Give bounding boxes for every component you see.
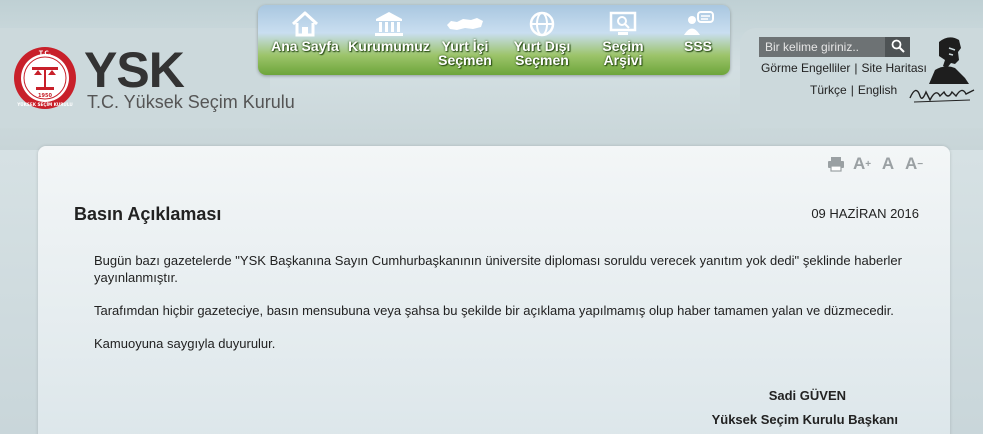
print-icon bbox=[828, 157, 844, 172]
language-links: Türkçe | English bbox=[810, 83, 897, 97]
font-decrease-button[interactable]: A − bbox=[904, 154, 924, 174]
search-input[interactable] bbox=[759, 37, 885, 57]
nav-item-yurt-ici-secmen[interactable]: Yurt İçi Seçmen bbox=[434, 5, 496, 75]
nav-label-line2: Seçmen bbox=[438, 52, 492, 68]
link-gorme-engelliler[interactable]: Görme Engelliler bbox=[761, 61, 850, 75]
nav-item-ana-sayfa[interactable]: Ana Sayfa bbox=[266, 5, 344, 75]
nav-label-line1: Seçim bbox=[602, 38, 644, 54]
print-button[interactable] bbox=[826, 154, 846, 174]
nav-item-sss[interactable]: SSS bbox=[668, 5, 728, 75]
signatory-name: Sadi GÜVEN bbox=[768, 388, 846, 403]
article-date: 09 HAZİRAN 2016 bbox=[811, 206, 919, 221]
search-icon bbox=[891, 39, 905, 53]
signatory-title: Yüksek Seçim Kurulu Başkanı bbox=[711, 412, 898, 427]
nav-item-secim-arsivi[interactable]: Seçim Arşivi bbox=[586, 5, 660, 75]
nav-label-line1: Yurt İçi bbox=[441, 38, 489, 54]
lang-english[interactable]: English bbox=[858, 83, 897, 97]
article-paragraph: Kamuoyuna saygıyla duyurulur. bbox=[94, 336, 276, 351]
globe-icon bbox=[529, 11, 555, 37]
font-decrease-icon: A bbox=[904, 154, 918, 173]
turkey-map-icon bbox=[447, 18, 483, 30]
nav-label-line1: Yurt Dışı bbox=[513, 38, 571, 54]
minus-icon: − bbox=[917, 158, 924, 170]
ataturk-signature-icon bbox=[909, 89, 975, 103]
nav-item-kurumumuz[interactable]: Kurumumuz bbox=[344, 5, 434, 75]
ysk-seal-icon: T.C. 1950 YÜKSEK SEÇİM KURULU bbox=[14, 47, 76, 109]
seal-top-text: T.C. bbox=[39, 50, 51, 57]
plus-icon: + bbox=[865, 158, 872, 170]
article-paragraph: Tarafımdan hiçbir gazeteciye, basın mens… bbox=[94, 303, 894, 318]
header-links: Görme Engelliler | Site Haritası bbox=[761, 61, 927, 75]
logo-ysk-text: YSK bbox=[84, 42, 185, 98]
main-nav: Ana Sayfa Kurumumuz Yurt İçi Seçmen Yurt… bbox=[258, 5, 730, 75]
seal-year: 1950 bbox=[38, 93, 52, 99]
nav-item-yurt-disi-secmen[interactable]: Yurt Dışı Seçmen bbox=[501, 5, 583, 75]
article-paragraph: Bugün bazı gazetelerde "YSK Başkanına Sa… bbox=[94, 253, 902, 285]
nav-label: SSS bbox=[683, 38, 712, 54]
lang-turkce[interactable]: Türkçe bbox=[810, 83, 847, 97]
institution-icon bbox=[375, 12, 403, 36]
nav-label: Ana Sayfa bbox=[271, 38, 339, 54]
ataturk-portrait-icon bbox=[929, 37, 969, 84]
seal-bottom-text: YÜKSEK SEÇİM KURULU bbox=[16, 102, 73, 107]
font-normal-icon: A bbox=[881, 154, 895, 173]
font-increase-icon: A bbox=[852, 154, 866, 173]
archive-monitor-icon bbox=[609, 11, 637, 35]
nav-label-line2: Arşivi bbox=[603, 52, 643, 68]
content-panel: A + A A − Basın Açıklaması 09 HAZİRAN 2016… bbox=[38, 146, 950, 434]
logo-subtitle: T.C. Yüksek Seçim Kurulu bbox=[87, 92, 295, 112]
lang-separator: | bbox=[850, 83, 854, 97]
font-increase-button[interactable]: A + bbox=[852, 154, 872, 174]
link-site-haritasi[interactable]: Site Haritası bbox=[862, 61, 927, 75]
site-logo[interactable]: T.C. 1950 YÜKSEK SEÇİM KURULU YSK T.C. Y… bbox=[12, 42, 295, 115]
link-separator: | bbox=[854, 61, 858, 75]
home-icon bbox=[291, 11, 319, 37]
article-title: Basın Açıklaması bbox=[74, 204, 222, 224]
nav-label: Kurumumuz bbox=[348, 38, 430, 54]
nav-label-line2: Seçmen bbox=[515, 52, 569, 68]
article-body: Bugün bazı gazetelerde "YSK Başkanına Sa… bbox=[94, 252, 902, 368]
faq-person-icon bbox=[684, 11, 714, 35]
page-tools: A + A A − bbox=[826, 154, 924, 174]
search-button[interactable] bbox=[885, 37, 910, 57]
font-normal-button[interactable]: A bbox=[878, 154, 898, 174]
